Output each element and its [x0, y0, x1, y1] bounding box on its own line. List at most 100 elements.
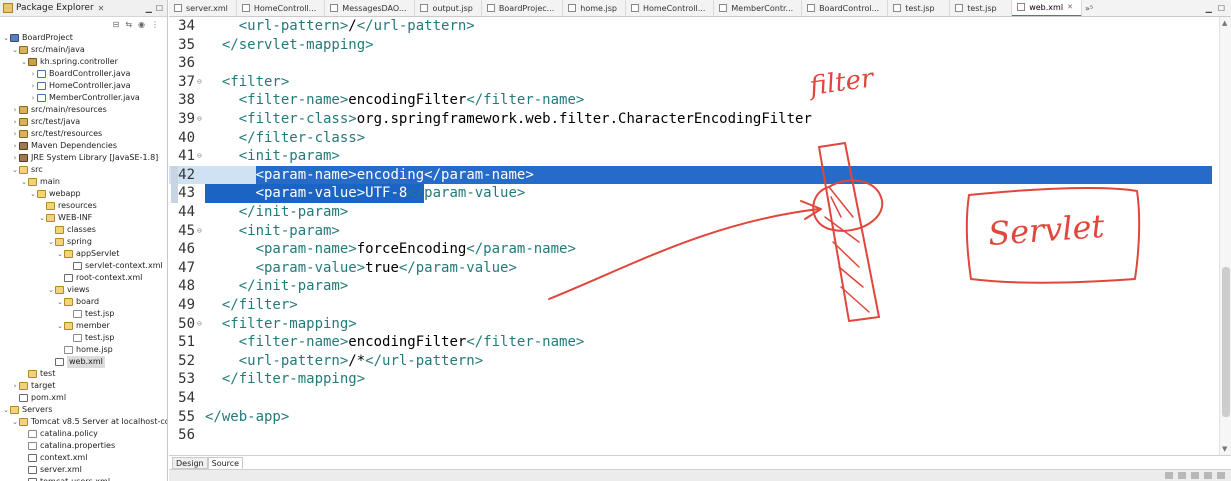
tree-item[interactable]: ⌄ views: [0, 284, 167, 296]
tree-item[interactable]: resources: [0, 200, 167, 212]
tree-item[interactable]: › target: [0, 380, 167, 392]
editor-tab[interactable]: home.jsp: [563, 0, 626, 16]
minimize-icon[interactable]: ▁: [146, 4, 152, 13]
tree-item[interactable]: pom.xml: [0, 392, 167, 404]
link-with-editor-icon[interactable]: ⇆: [125, 20, 132, 29]
tree-item[interactable]: › HomeController.java: [0, 80, 167, 92]
tree-item[interactable]: server.xml: [0, 464, 167, 476]
tree-item[interactable]: test.jsp: [0, 308, 167, 320]
editor-tab[interactable]: web.xml ✕: [1012, 0, 1082, 16]
editor-tab[interactable]: HomeControll...: [626, 0, 715, 16]
expanded-arrow-icon[interactable]: ⌄: [2, 404, 10, 416]
expanded-arrow-icon[interactable]: ⌄: [11, 416, 19, 428]
tree-item[interactable]: test: [0, 368, 167, 380]
tree-item[interactable]: context.xml: [0, 452, 167, 464]
tree-item[interactable]: › src/test/resources: [0, 128, 167, 140]
expanded-arrow-icon[interactable]: ⌄: [56, 320, 64, 332]
expanded-arrow-icon[interactable]: ⌄: [29, 188, 37, 200]
folder-icon: [64, 322, 73, 330]
package-explorer-title[interactable]: Package Explorer: [16, 3, 94, 13]
expanded-arrow-icon[interactable]: ⌄: [56, 296, 64, 308]
collapsed-arrow-icon[interactable]: ›: [11, 116, 19, 128]
tree-item[interactable]: servlet-context.xml: [0, 260, 167, 272]
tree-item[interactable]: › src/main/resources: [0, 104, 167, 116]
collapsed-arrow-icon[interactable]: ›: [11, 152, 19, 164]
editor-mode-tab[interactable]: Source: [207, 456, 244, 469]
tree-item[interactable]: ⌄ member: [0, 320, 167, 332]
collapsed-arrow-icon[interactable]: ›: [29, 80, 37, 92]
collapsed-arrow-icon[interactable]: ›: [11, 380, 19, 392]
tabs-overflow-button[interactable]: »⁵: [1082, 4, 1096, 13]
tree-item[interactable]: ⌄ Tomcat v8.5 Server at localhost-config: [0, 416, 167, 428]
panel-icon[interactable]: [1217, 472, 1225, 479]
expanded-arrow-icon[interactable]: ⌄: [11, 164, 19, 176]
panel-icon[interactable]: [1165, 472, 1173, 479]
tree-item[interactable]: tomcat-users.xml: [0, 476, 167, 481]
expanded-arrow-icon[interactable]: ⌄: [38, 212, 46, 224]
tree-item[interactable]: › src/test/java: [0, 116, 167, 128]
scroll-down-icon[interactable]: ▼: [1222, 445, 1227, 453]
tree-item[interactable]: ⌄ src/main/java: [0, 44, 167, 56]
collapsed-arrow-icon[interactable]: ›: [11, 104, 19, 116]
expanded-arrow-icon[interactable]: ⌄: [56, 248, 64, 260]
expanded-arrow-icon[interactable]: ⌄: [20, 176, 28, 188]
view-menu-icon[interactable]: ⋮: [151, 20, 159, 29]
collapsed-arrow-icon[interactable]: ›: [29, 68, 37, 80]
tree-item[interactable]: ⌄ WEB-INF: [0, 212, 167, 224]
close-icon[interactable]: ✕: [98, 4, 105, 13]
panel-icon[interactable]: [1178, 472, 1186, 479]
editor-tab[interactable]: MemberContr...: [714, 0, 803, 16]
tree-item[interactable]: › MemberController.java: [0, 92, 167, 104]
tree-item[interactable]: › Maven Dependencies: [0, 140, 167, 152]
maximize-icon[interactable]: ☐: [156, 4, 163, 13]
expanded-arrow-icon[interactable]: ⌄: [11, 44, 19, 56]
panel-icon[interactable]: [1191, 472, 1199, 479]
editor-mode-tab[interactable]: Design: [172, 456, 208, 469]
editor-tab[interactable]: test.jsp: [888, 0, 951, 16]
collapsed-arrow-icon[interactable]: ›: [29, 92, 37, 104]
panel-icon[interactable]: [1204, 472, 1212, 479]
tree-item[interactable]: ⌄ main: [0, 176, 167, 188]
tree-item[interactable]: › JRE System Library [JavaSE-1.8]: [0, 152, 167, 164]
tree-item[interactable]: catalina.properties: [0, 440, 167, 452]
editor-tab[interactable]: output.jsp: [415, 0, 482, 16]
editor-tab[interactable]: HomeControll...: [237, 0, 326, 16]
tree-item[interactable]: ⌄ spring: [0, 236, 167, 248]
minimize-icon[interactable]: ▁: [1206, 4, 1212, 13]
close-tab-icon[interactable]: ✕: [1067, 3, 1073, 11]
collapse-all-icon[interactable]: ⊟: [113, 20, 120, 29]
expanded-arrow-icon[interactable]: ⌄: [47, 284, 55, 296]
editor-tab[interactable]: MessagesDAO...: [325, 0, 416, 16]
scroll-up-icon[interactable]: ▲: [1222, 19, 1227, 27]
collapsed-arrow-icon[interactable]: ›: [11, 140, 19, 152]
editor-tab[interactable]: server.xml: [169, 0, 237, 16]
tree-item[interactable]: › BoardController.java: [0, 68, 167, 80]
tree-item[interactable]: ⌄ appServlet: [0, 248, 167, 260]
expanded-arrow-icon[interactable]: ⌄: [47, 236, 55, 248]
folder-icon: [46, 202, 55, 210]
editor-tab-label: home.jsp: [580, 3, 617, 13]
tree-item[interactable]: ⌄ webapp: [0, 188, 167, 200]
tree-item[interactable]: ⌄ src: [0, 164, 167, 176]
collapsed-arrow-icon[interactable]: ›: [11, 128, 19, 140]
maximize-icon[interactable]: ☐: [1218, 4, 1225, 13]
tree-item[interactable]: test.jsp: [0, 332, 167, 344]
tree-item[interactable]: ⌄ Servers: [0, 404, 167, 416]
tree-item[interactable]: ⌄ BoardProject: [0, 32, 167, 44]
focus-icon[interactable]: ◉: [138, 20, 145, 29]
expanded-arrow-icon[interactable]: ⌄: [20, 56, 28, 68]
code-editor[interactable]: 34 <url-pattern>/</url-pattern> 35 </serv…: [169, 17, 1231, 455]
tree-item[interactable]: catalina.policy: [0, 428, 167, 440]
editor-tab[interactable]: BoardControl...: [802, 0, 889, 16]
tree-item[interactable]: home.jsp: [0, 344, 167, 356]
tree-item[interactable]: classes: [0, 224, 167, 236]
tree-item[interactable]: web.xml: [0, 356, 167, 368]
expanded-arrow-icon[interactable]: ⌄: [2, 32, 10, 44]
tree-item[interactable]: ⌄ kh.spring.controller: [0, 56, 167, 68]
scrollbar-thumb[interactable]: [1222, 267, 1230, 417]
editor-tab[interactable]: test.jsp: [950, 0, 1013, 16]
vertical-scrollbar[interactable]: ▲ ▼: [1219, 17, 1231, 455]
tree-item[interactable]: ⌄ board: [0, 296, 167, 308]
tree-item[interactable]: root-context.xml: [0, 272, 167, 284]
editor-tab[interactable]: BoardProjec...: [482, 0, 564, 16]
